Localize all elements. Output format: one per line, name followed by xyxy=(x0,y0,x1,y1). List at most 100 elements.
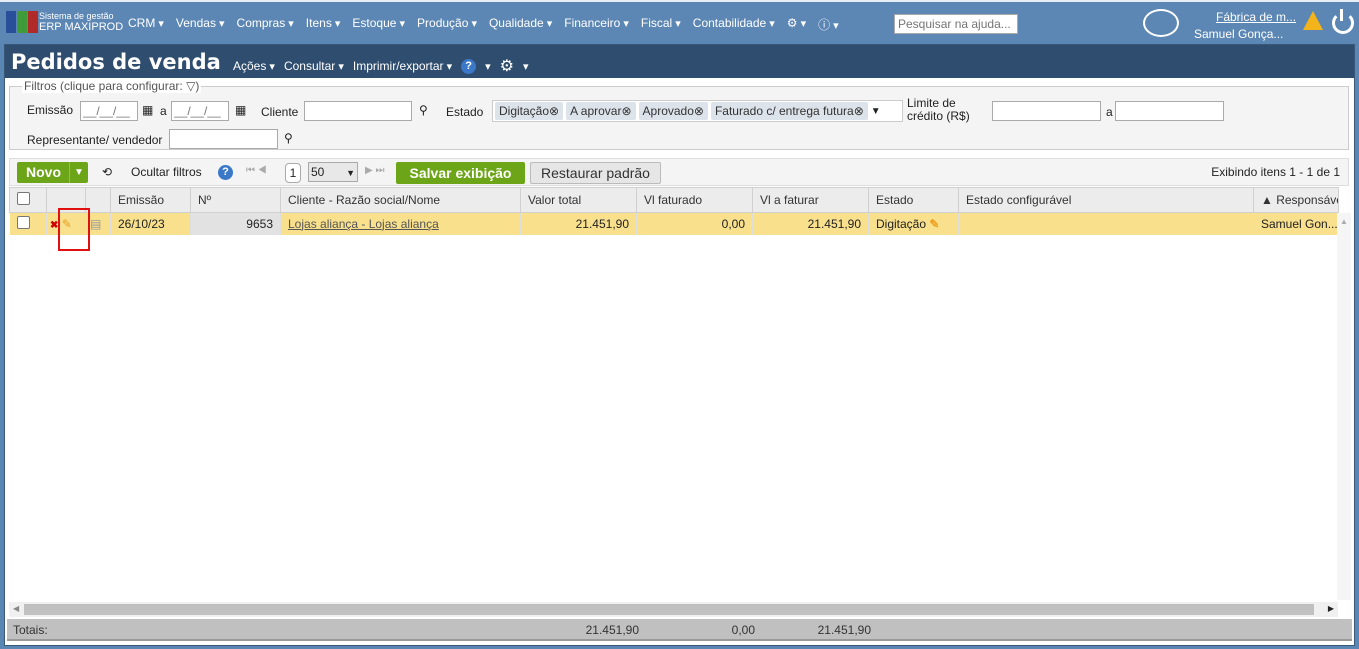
a-label: a xyxy=(1106,105,1113,119)
chip-aprovado[interactable]: Aprovado⊗ xyxy=(638,102,708,120)
menu-imprimir[interactable]: Imprimir/exportar xyxy=(353,59,452,73)
main-frame: Pedidos de venda Ações Consultar Imprimi… xyxy=(4,44,1355,646)
menu-producao[interactable]: Produção xyxy=(417,16,477,33)
menu-fiscal[interactable]: Fiscal xyxy=(641,16,681,33)
menu-compras[interactable]: Compras xyxy=(237,16,294,33)
table-header: Emissão Nº Cliente - Razão social/Nome V… xyxy=(9,187,1339,213)
chip-digitacao[interactable]: Digitação⊗ xyxy=(495,102,564,120)
menu-qualidade[interactable]: Qualidade xyxy=(489,16,552,33)
refresh-icon[interactable]: ⟲ xyxy=(102,165,112,179)
menu-consultar[interactable]: Consultar xyxy=(284,59,344,73)
gear-icon[interactable]: ⚙ xyxy=(500,56,514,76)
edit-state-icon[interactable]: ✎ xyxy=(929,217,939,231)
menu-estoque[interactable]: Estoque xyxy=(352,16,405,33)
a-label: a xyxy=(160,104,167,118)
help-icon[interactable]: ? xyxy=(218,165,233,180)
menu-financeiro[interactable]: Financeiro xyxy=(564,16,629,33)
emissao-to[interactable] xyxy=(171,101,229,121)
items-status: Exibindo itens 1 - 1 de 1 xyxy=(1211,165,1340,179)
col-emissao[interactable]: Emissão xyxy=(110,187,191,213)
top-navbar: Sistema de gestãoERP MAXIPROD CRM Vendas… xyxy=(0,0,1359,42)
cliente-input[interactable] xyxy=(304,101,412,121)
col-estado-configuravel[interactable]: Estado configurável xyxy=(958,187,1254,213)
restaurar-padrao-button[interactable]: Restaurar padrão xyxy=(530,162,661,184)
cliente-label: Cliente xyxy=(261,105,299,119)
calendar-icon[interactable]: ▦ xyxy=(235,103,246,117)
table-row[interactable]: ✖ ✎ ▤ 26/10/23 9653 Lojas aliança - Loja… xyxy=(9,212,1339,235)
filters-panel: Filtros (clique para configurar: ▽) Emis… xyxy=(9,79,1349,150)
col-vl-a-faturar[interactable]: Vl a faturar xyxy=(752,187,869,213)
help-icon[interactable]: ⓘ xyxy=(818,16,839,33)
vertical-scrollbar[interactable]: ▲ xyxy=(1337,213,1351,600)
search-icon[interactable]: ⚲ xyxy=(284,131,293,145)
filter-icon: ▽ xyxy=(186,79,196,93)
search-icon[interactable]: ⚲ xyxy=(419,103,428,117)
estado-label: Estado xyxy=(446,105,484,119)
help-icon[interactable]: ? xyxy=(461,58,477,74)
representante-label: Representante/ vendedor xyxy=(27,133,163,147)
salvar-exibicao-button[interactable]: Salvar exibição xyxy=(396,162,525,184)
print-icon[interactable]: ▤ xyxy=(90,217,101,231)
menu-crm[interactable]: CRM xyxy=(128,16,164,33)
select-all[interactable] xyxy=(9,187,47,213)
help-search-input[interactable] xyxy=(894,14,1018,34)
estado-select[interactable]: Digitação⊗ A aprovar⊗ Aprovado⊗ Faturado… xyxy=(492,100,903,122)
pager-first-prev[interactable]: ⏮ ◀ xyxy=(246,165,267,176)
totals-row: Totais: 21.451,90 0,00 21.451,90 xyxy=(7,619,1352,641)
cell-estado-configuravel xyxy=(958,212,1254,235)
cell-cliente[interactable]: Lojas aliança - Lojas aliança xyxy=(280,212,521,235)
cell-valor-total: 21.451,90 xyxy=(520,212,637,235)
title-bar: Pedidos de venda Ações Consultar Imprimi… xyxy=(5,45,1354,78)
menu-vendas[interactable]: Vendas xyxy=(176,16,225,33)
menu-acoes[interactable]: Ações xyxy=(233,59,275,73)
warning-icon[interactable] xyxy=(1303,11,1323,30)
representante-input[interactable] xyxy=(169,129,278,149)
chip-a-aprovar[interactable]: A aprovar⊗ xyxy=(566,102,636,120)
company-link[interactable]: Fábrica de m... xyxy=(1216,10,1296,24)
emissao-from[interactable] xyxy=(80,101,138,121)
total-valor: 21.451,90 xyxy=(585,623,639,637)
calendar-icon[interactable]: ▦ xyxy=(142,103,153,117)
col-numero[interactable]: Nº xyxy=(190,187,281,213)
filters-legend[interactable]: Filtros (clique para configurar: ▽) xyxy=(22,79,202,93)
col-valor-total[interactable]: Valor total xyxy=(520,187,637,213)
highlight-box xyxy=(58,208,90,251)
cell-emissao: 26/10/23 xyxy=(110,212,191,235)
novo-button[interactable]: Novo ▼ xyxy=(17,162,88,183)
chevron-down-icon[interactable]: ▼ xyxy=(871,102,881,120)
pager-next-last[interactable]: ▶ ⏭ xyxy=(365,165,384,176)
menu-contabilidade[interactable]: Contabilidade xyxy=(693,16,775,33)
limite-to[interactable] xyxy=(1115,101,1224,121)
row-checkbox[interactable] xyxy=(9,212,47,235)
cell-estado: Digitação ✎ xyxy=(868,212,959,235)
menu-itens[interactable]: Itens xyxy=(306,16,341,33)
cell-numero: 9653 xyxy=(190,212,281,235)
orders-table: Emissão Nº Cliente - Razão social/Nome V… xyxy=(9,187,1339,235)
totals-label: Totais: xyxy=(13,623,48,637)
chat-icon[interactable] xyxy=(1143,9,1179,37)
cliente-link[interactable]: Lojas aliança - Lojas aliança xyxy=(288,217,439,231)
cell-responsavel: Samuel Gon... xyxy=(1253,212,1339,235)
chevron-down-icon: ▼ xyxy=(69,162,88,183)
col-responsavel[interactable]: ▲ Responsáve xyxy=(1253,187,1339,213)
limite-from[interactable] xyxy=(992,101,1101,121)
user-menu[interactable]: Samuel Gonça... xyxy=(1194,27,1283,41)
gear-icon[interactable]: ⚙ xyxy=(787,16,806,33)
horizontal-scrollbar[interactable]: ◀ ▶ xyxy=(9,602,1338,617)
emissao-label: Emissão xyxy=(27,103,74,117)
page-title: Pedidos de venda xyxy=(11,50,221,74)
page-number[interactable]: 1 xyxy=(285,163,301,183)
toolbar: Novo ▼ ⟲ Ocultar filtros ? ⏮ ◀ 1 50 ▼ ▶ ⏭ … xyxy=(9,158,1349,186)
chip-faturado[interactable]: Faturado c/ entrega futura⊗ xyxy=(710,102,868,120)
brand: Sistema de gestão ERP MAXIPROD xyxy=(39,11,124,33)
col-estado[interactable]: Estado xyxy=(868,187,959,213)
col-vl-faturado[interactable]: Vl faturado xyxy=(636,187,753,213)
ocultar-filtros-button[interactable]: Ocultar filtros xyxy=(131,165,202,179)
page-size-select[interactable]: 50 ▼ xyxy=(308,162,358,182)
total-vl-a-faturar: 21.451,90 xyxy=(817,623,871,637)
limite-label: Limite de crédito (R$) xyxy=(907,96,970,123)
col-cliente[interactable]: Cliente - Razão social/Nome xyxy=(280,187,521,213)
power-icon[interactable] xyxy=(1332,9,1354,34)
cell-vl-faturado: 0,00 xyxy=(636,212,753,235)
main-menu: CRM Vendas Compras Itens Estoque Produçã… xyxy=(128,16,839,33)
